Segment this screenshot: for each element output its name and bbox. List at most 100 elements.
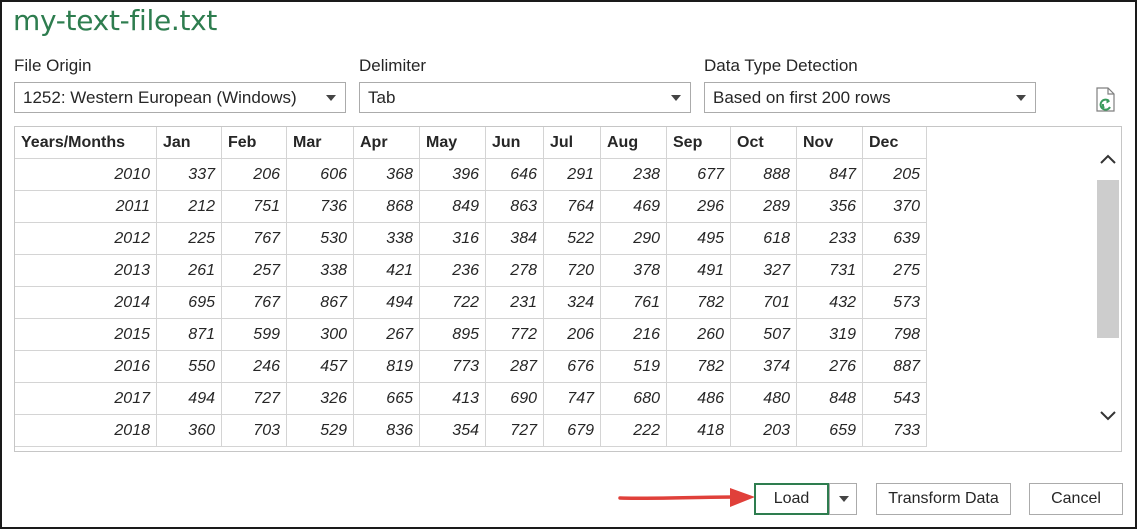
value-cell: 206 bbox=[221, 158, 287, 191]
value-cell: 495 bbox=[666, 222, 731, 255]
header-cell: Nov bbox=[796, 127, 863, 159]
value-cell: 665 bbox=[353, 382, 420, 415]
detection-value: Based on first 200 rows bbox=[713, 88, 891, 107]
value-cell: 847 bbox=[796, 158, 863, 191]
value-cell: 246 bbox=[221, 350, 287, 383]
value-cell: 324 bbox=[543, 286, 601, 319]
detection-select[interactable]: Based on first 200 rows bbox=[704, 82, 1036, 113]
value-cell: 421 bbox=[353, 254, 420, 287]
value-cell: 676 bbox=[543, 350, 601, 383]
header-cell: Aug bbox=[600, 127, 667, 159]
header-cell: Jul bbox=[543, 127, 601, 159]
year-cell: 2014 bbox=[15, 286, 157, 319]
table-row: 2017 494 727 326 665 413 690 747 680 486 480 848 543 bbox=[15, 382, 927, 415]
value-cell: 798 bbox=[862, 318, 927, 351]
value-cell: 731 bbox=[796, 254, 863, 287]
year-cell: 2010 bbox=[15, 158, 157, 191]
delimiter-value: Tab bbox=[368, 88, 396, 107]
value-cell: 519 bbox=[600, 350, 667, 383]
value-cell: 384 bbox=[485, 222, 544, 255]
value-cell: 720 bbox=[543, 254, 601, 287]
value-cell: 368 bbox=[353, 158, 420, 191]
value-cell: 233 bbox=[796, 222, 863, 255]
value-cell: 290 bbox=[600, 222, 667, 255]
value-cell: 260 bbox=[666, 318, 731, 351]
value-cell: 319 bbox=[796, 318, 863, 351]
value-cell: 480 bbox=[730, 382, 797, 415]
load-button[interactable]: Load bbox=[754, 483, 829, 515]
dialog-title: my-text-file.txt bbox=[13, 4, 218, 37]
value-cell: 764 bbox=[543, 190, 601, 223]
table-row: 2015 871 599 300 267 895 772 206 216 260 507 319 798 bbox=[15, 318, 927, 351]
value-cell: 378 bbox=[600, 254, 667, 287]
delimiter-select[interactable]: Tab bbox=[359, 82, 691, 113]
value-cell: 722 bbox=[419, 286, 486, 319]
load-options-dropdown[interactable] bbox=[829, 483, 857, 515]
header-cell: Sep bbox=[666, 127, 731, 159]
value-cell: 413 bbox=[419, 382, 486, 415]
value-cell: 205 bbox=[862, 158, 927, 191]
chevron-up-icon[interactable] bbox=[1099, 151, 1117, 169]
header-row: Years/Months Jan Feb Mar Apr May Jun Jul… bbox=[15, 127, 927, 159]
header-cell: Jun bbox=[485, 127, 544, 159]
value-cell: 494 bbox=[156, 382, 222, 415]
file-origin-select[interactable]: 1252: Western European (Windows) bbox=[14, 82, 346, 113]
value-cell: 639 bbox=[862, 222, 927, 255]
chevron-down-icon[interactable] bbox=[1099, 407, 1117, 425]
transform-data-button[interactable]: Transform Data bbox=[876, 483, 1011, 515]
refresh-icon[interactable] bbox=[1094, 87, 1118, 113]
value-cell: 530 bbox=[286, 222, 354, 255]
value-cell: 887 bbox=[862, 350, 927, 383]
value-cell: 278 bbox=[485, 254, 544, 287]
chevron-down-icon bbox=[839, 496, 849, 502]
value-cell: 849 bbox=[419, 190, 486, 223]
value-cell: 222 bbox=[600, 414, 667, 447]
value-cell: 327 bbox=[730, 254, 797, 287]
value-cell: 203 bbox=[730, 414, 797, 447]
value-cell: 782 bbox=[666, 350, 731, 383]
file-origin-label: File Origin bbox=[14, 56, 92, 75]
value-cell: 486 bbox=[666, 382, 731, 415]
value-cell: 659 bbox=[796, 414, 863, 447]
scrollbar-thumb[interactable] bbox=[1097, 180, 1119, 338]
value-cell: 680 bbox=[600, 382, 667, 415]
value-cell: 206 bbox=[543, 318, 601, 351]
table-row: 2014 695 767 867 494 722 231 324 761 782 701 432 573 bbox=[15, 286, 927, 319]
chevron-down-icon bbox=[671, 95, 681, 101]
value-cell: 337 bbox=[156, 158, 222, 191]
value-cell: 573 bbox=[862, 286, 927, 319]
value-cell: 522 bbox=[543, 222, 601, 255]
value-cell: 836 bbox=[353, 414, 420, 447]
value-cell: 300 bbox=[286, 318, 354, 351]
value-cell: 863 bbox=[485, 190, 544, 223]
header-cell: Jan bbox=[156, 127, 222, 159]
value-cell: 491 bbox=[666, 254, 731, 287]
value-cell: 216 bbox=[600, 318, 667, 351]
value-cell: 354 bbox=[419, 414, 486, 447]
value-cell: 773 bbox=[419, 350, 486, 383]
table-row: 2018 360 703 529 836 354 727 679 222 418 203 659 733 bbox=[15, 414, 927, 447]
chevron-down-icon bbox=[1016, 95, 1026, 101]
header-cell: Oct bbox=[730, 127, 797, 159]
value-cell: 338 bbox=[286, 254, 354, 287]
value-cell: 457 bbox=[286, 350, 354, 383]
value-cell: 338 bbox=[353, 222, 420, 255]
header-cell: Dec bbox=[862, 127, 927, 159]
detection-label: Data Type Detection bbox=[704, 56, 858, 75]
delimiter-label: Delimiter bbox=[359, 56, 427, 75]
value-cell: 618 bbox=[730, 222, 797, 255]
cancel-button[interactable]: Cancel bbox=[1029, 483, 1123, 515]
value-cell: 867 bbox=[286, 286, 354, 319]
value-cell: 267 bbox=[353, 318, 420, 351]
value-cell: 727 bbox=[221, 382, 287, 415]
value-cell: 736 bbox=[286, 190, 354, 223]
value-cell: 606 bbox=[286, 158, 354, 191]
data-preview-grid: Years/Months Jan Feb Mar Apr May Jun Jul… bbox=[14, 126, 1122, 452]
value-cell: 225 bbox=[156, 222, 222, 255]
table-row: 2012 225 767 530 338 316 384 522 290 495 618 233 639 bbox=[15, 222, 927, 255]
value-cell: 296 bbox=[666, 190, 731, 223]
table-row: 2010 337 206 606 368 396 646 291 238 677 888 847 205 bbox=[15, 158, 927, 191]
value-cell: 751 bbox=[221, 190, 287, 223]
value-cell: 695 bbox=[156, 286, 222, 319]
year-cell: 2011 bbox=[15, 190, 157, 223]
